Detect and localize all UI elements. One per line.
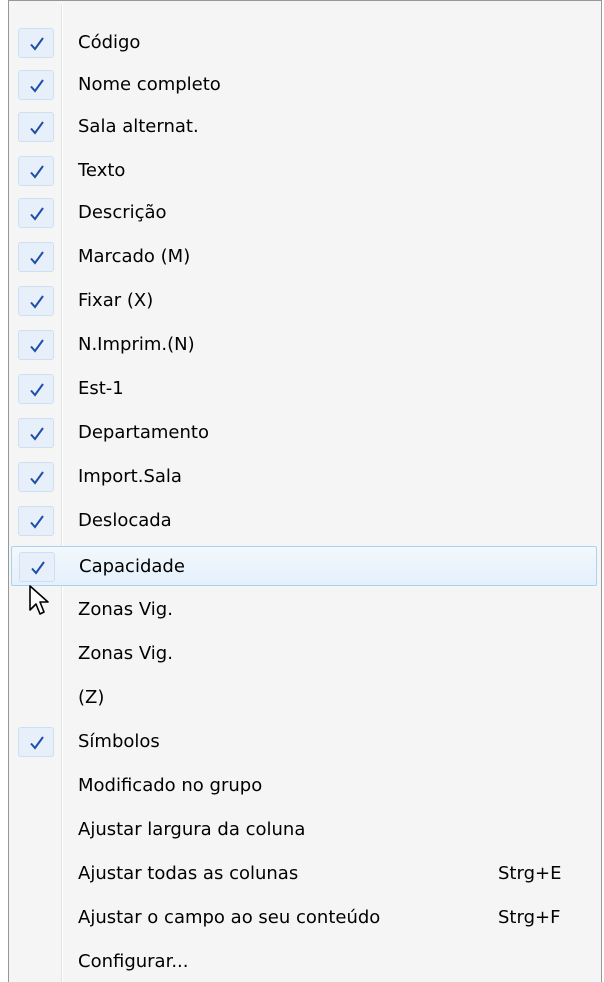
menu-item-label: Símbolos — [78, 731, 160, 752]
menu-item-est-1[interactable]: Est-1 — [11, 369, 597, 409]
checkmark-icon — [30, 339, 44, 353]
menu-item-codigo[interactable]: Código — [11, 23, 597, 63]
checkmark-icon — [30, 471, 44, 485]
menu-item-label: Ajustar largura da coluna — [78, 819, 306, 840]
checked-indicator — [18, 28, 54, 58]
menu-item-import-sala[interactable]: Import.Sala — [11, 457, 597, 497]
checked-indicator — [18, 70, 54, 100]
menu-item-nome-completo[interactable]: Nome completo — [11, 65, 597, 105]
menu-item-label: Import.Sala — [78, 466, 182, 487]
menu-item-sala-alternat[interactable]: Sala alternat. — [11, 107, 597, 147]
menu-item-zonas-vig-2[interactable]: Zonas Vig. — [11, 634, 597, 674]
shortcut-label: Strg+F — [498, 907, 561, 928]
menu-item-ajustar-campo[interactable]: Ajustar o campo ao seu conteúdo Strg+F — [11, 898, 597, 938]
context-menu: Código Nome completo Sala alternat. Text… — [8, 0, 602, 982]
menu-item-label: Configurar... — [78, 951, 189, 972]
checked-indicator — [18, 156, 54, 186]
checkmark-icon — [30, 427, 44, 441]
checked-indicator — [18, 112, 54, 142]
menu-item-fixar[interactable]: Fixar (X) — [11, 281, 597, 321]
checked-indicator — [18, 286, 54, 316]
menu-item-label: Nome completo — [78, 74, 221, 95]
checked-indicator — [18, 330, 54, 360]
checkmark-icon — [31, 561, 45, 575]
menu-item-label: Zonas Vig. — [78, 643, 173, 664]
menu-item-zonas-vig-1[interactable]: Zonas Vig. — [11, 590, 597, 630]
checked-indicator — [18, 418, 54, 448]
menu-item-label: Est-1 — [78, 378, 124, 399]
checked-indicator — [18, 374, 54, 404]
menu-item-label: Texto — [78, 160, 126, 181]
checkmark-icon — [30, 165, 44, 179]
menu-item-label: Ajustar o campo ao seu conteúdo — [78, 907, 381, 928]
menu-item-ajustar-largura[interactable]: Ajustar largura da coluna — [11, 810, 597, 850]
checkmark-icon — [30, 37, 44, 51]
checkmark-icon — [30, 251, 44, 265]
menu-item-label: N.Imprim.(N) — [78, 334, 195, 355]
checked-indicator — [18, 506, 54, 536]
shortcut-label: Strg+E — [498, 863, 562, 884]
menu-item-label: Fixar (X) — [78, 290, 154, 311]
checkmark-icon — [30, 79, 44, 93]
menu-item-deslocada[interactable]: Deslocada — [11, 501, 597, 541]
menu-item-descricao[interactable]: Descrição — [11, 193, 597, 233]
checkmark-icon — [30, 736, 44, 750]
checkmark-icon — [30, 295, 44, 309]
menu-item-marcado[interactable]: Marcado (M) — [11, 237, 597, 277]
mouse-pointer-icon — [29, 585, 49, 615]
menu-item-departamento[interactable]: Departamento — [11, 413, 597, 453]
menu-item-label: Capacidade — [79, 556, 185, 577]
menu-item-simbolos[interactable]: Símbolos — [11, 722, 597, 762]
checkmark-icon — [30, 383, 44, 397]
menu-item-label: Departamento — [78, 422, 209, 443]
menu-item-texto[interactable]: Texto — [11, 151, 597, 191]
checked-indicator — [18, 727, 54, 757]
checked-indicator — [19, 552, 55, 582]
menu-item-capacidade[interactable]: Capacidade — [11, 546, 597, 586]
checkmark-icon — [30, 515, 44, 529]
menu-item-ajustar-todas[interactable]: Ajustar todas as colunas Strg+E — [11, 854, 597, 894]
menu-item-label: Modificado no grupo — [78, 775, 263, 796]
checkmark-icon — [30, 207, 44, 221]
menu-item-label: Descrição — [78, 202, 167, 223]
menu-item-label: Deslocada — [78, 510, 172, 531]
checked-indicator — [18, 242, 54, 272]
menu-item-label: (Z) — [78, 687, 105, 708]
menu-item-label: Código — [78, 32, 141, 53]
menu-item-label: Sala alternat. — [78, 116, 199, 137]
menu-item-n-imprim[interactable]: N.Imprim.(N) — [11, 325, 597, 365]
checkmark-icon — [30, 121, 44, 135]
menu-item-label: Marcado (M) — [78, 246, 191, 267]
menu-item-label: Zonas Vig. — [78, 599, 173, 620]
menu-item-label: Ajustar todas as colunas — [78, 863, 299, 884]
menu-item-modificado-no-grupo[interactable]: Modificado no grupo — [11, 766, 597, 806]
checked-indicator — [18, 198, 54, 228]
menu-item-z[interactable]: (Z) — [11, 678, 597, 718]
checked-indicator — [18, 462, 54, 492]
menu-item-configurar[interactable]: Configurar... — [11, 942, 597, 982]
